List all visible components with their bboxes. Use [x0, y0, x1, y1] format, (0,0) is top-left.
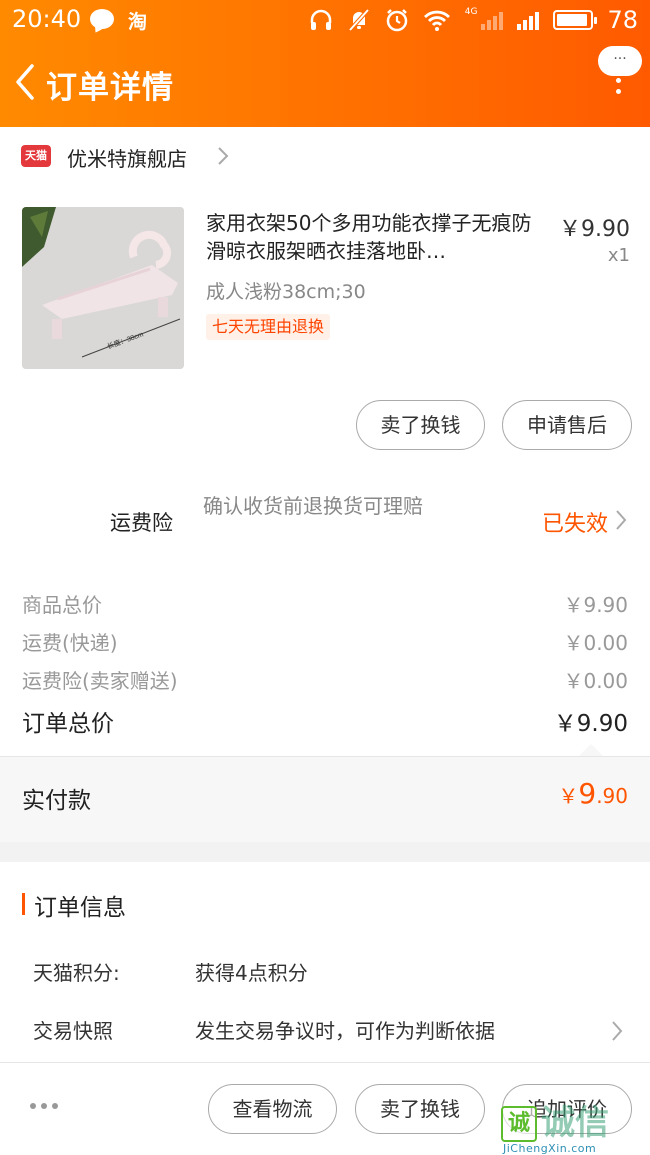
headphones-icon [310, 9, 331, 30]
summary-label: 运费险(卖家赠送) [22, 669, 178, 693]
info-label: 天猫积分: [33, 961, 120, 985]
product-price: ￥9.90 [559, 217, 630, 242]
product-card: 长度：38cm 家用衣架50个多用功能衣撑子无痕防滑晾衣服架晒衣挂落地卧… ￥9… [0, 187, 650, 472]
chevron-right-icon [218, 147, 229, 165]
section-accent-bar [22, 893, 25, 915]
alarm-icon [386, 9, 407, 32]
info-value: 发生交易争议时，可作为判断依据 [195, 1019, 495, 1043]
actual-payment-value: ￥9.90 [558, 777, 628, 810]
summary-row: 商品总价 ￥9.90 [22, 589, 628, 619]
insurance-label: 运费险 [110, 511, 173, 535]
order-total-label: 订单总价 [22, 711, 114, 737]
message-bubble-icon: ··· [598, 46, 642, 76]
battery-icon [553, 10, 598, 30]
taobao-notification-icon: 淘 [128, 11, 148, 33]
chevron-left-icon [16, 64, 34, 100]
status-bar: 20:40 淘 4G 78 [0, 0, 650, 40]
more-vertical-icon [616, 78, 622, 100]
chevron-right-icon [616, 510, 627, 530]
signal-sim1-icon [481, 10, 504, 30]
sell-for-cash-button[interactable]: 卖了换钱 [356, 400, 485, 450]
currency-symbol: ￥ [558, 784, 579, 808]
summary-label: 运费(快递) [22, 631, 118, 655]
summary-value: ￥0.00 [563, 631, 628, 655]
trade-snapshot-row[interactable]: 交易快照 发生交易争议时，可作为判断依据 [33, 1015, 630, 1047]
back-button[interactable] [8, 60, 44, 104]
battery-level: 78 [607, 6, 638, 34]
after-sales-button[interactable]: 申请售后 [502, 400, 632, 450]
sell-for-cash-button[interactable]: 卖了换钱 [355, 1084, 485, 1134]
summary-label: 商品总价 [22, 593, 102, 617]
order-total-row: 订单总价 ￥9.90 [22, 704, 628, 737]
price-summary: 商品总价 ￥9.90 运费(快递) ￥0.00 运费险(卖家赠送) ￥0.00 … [0, 567, 650, 757]
amount-integer: 9 [578, 777, 597, 810]
header: 20:40 淘 4G 78 订单详情 ··· [0, 0, 650, 127]
tmall-points-row: 天猫积分: 获得4点积分 [33, 957, 630, 989]
insurance-status: 已失效 [541, 512, 608, 537]
signal-sim2-icon [517, 10, 540, 30]
order-total-value: ￥9.90 [553, 711, 628, 737]
summary-row: 运费险(卖家赠送) ￥0.00 [22, 665, 628, 695]
amount-decimal: .90 [596, 784, 628, 808]
chat-bubble-icon [90, 9, 114, 29]
order-info-title: 订单信息 [34, 895, 126, 921]
info-label: 交易快照 [33, 1019, 113, 1043]
summary-value: ￥9.90 [563, 593, 628, 617]
watermark-logo-icon: 诚 [501, 1106, 537, 1142]
wifi-icon [423, 10, 450, 31]
status-icons: 4G 78 [309, 4, 638, 36]
shop-row[interactable]: 天猫 优米特旗舰店 [0, 127, 650, 187]
insurance-description: 确认收货前退换货可理赔 [203, 494, 423, 518]
site-watermark: 诚 诚信 JiChengXin.com [501, 1103, 646, 1155]
chevron-right-icon [612, 1021, 623, 1041]
product-spec: 成人浅粉38cm;30 [206, 281, 366, 303]
product-title[interactable]: 家用衣架50个多用功能衣撑子无痕防滑晾衣服架晒衣挂落地卧… [206, 209, 542, 265]
actual-payment-label: 实付款 [22, 788, 91, 814]
product-quantity: x1 [607, 245, 630, 266]
watermark-text: 诚信 [541, 1103, 609, 1143]
tmall-badge-icon: 天猫 [21, 145, 51, 167]
shipping-insurance-row[interactable]: 运费险 确认收货前退换货可理赔 已失效 [0, 472, 650, 567]
hanger-image: 长度：38cm [22, 207, 184, 369]
summary-value: ￥0.00 [563, 669, 628, 693]
status-time: 20:40 [12, 5, 82, 33]
more-horizontal-icon[interactable] [30, 1103, 58, 1109]
info-value: 获得4点积分 [195, 961, 308, 985]
return-policy-tag: 七天无理由退换 [206, 314, 331, 340]
watermark-url: JiChengXin.com [503, 1142, 597, 1155]
view-logistics-button[interactable]: 查看物流 [208, 1084, 337, 1134]
more-menu-button[interactable]: ··· [598, 46, 642, 100]
summary-row: 运费(快递) ￥0.00 [22, 627, 628, 657]
product-thumbnail[interactable]: 长度：38cm [22, 207, 184, 369]
shop-name[interactable]: 优米特旗舰店 [67, 143, 187, 172]
mute-bell-icon [348, 8, 370, 32]
page-title: 订单详情 [46, 70, 174, 106]
network-type: 4G [464, 7, 478, 17]
actual-payment-row: 实付款 ￥9.90 [0, 757, 650, 842]
order-info-section: 订单信息 天猫积分: 获得4点积分 交易快照 发生交易争议时，可作为判断依据 [0, 862, 650, 1062]
